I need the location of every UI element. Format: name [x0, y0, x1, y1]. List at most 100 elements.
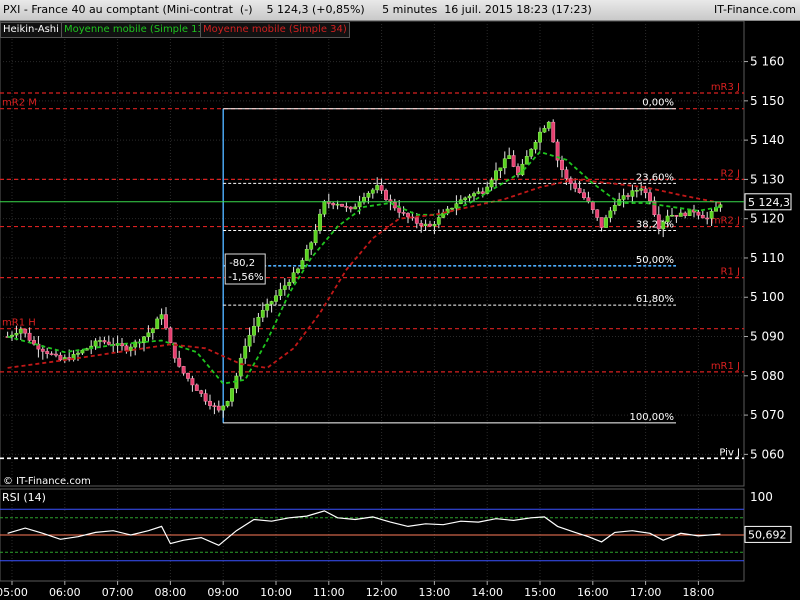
candle-body — [507, 155, 512, 159]
candle-body — [49, 353, 54, 355]
candle-body — [542, 128, 547, 133]
candle-body — [304, 249, 309, 261]
candle-body — [476, 191, 481, 194]
candle — [230, 388, 234, 407]
candle-body — [643, 188, 648, 193]
candle — [282, 278, 287, 296]
candle — [216, 400, 221, 413]
candle-body — [428, 223, 432, 227]
candle-body — [164, 314, 168, 329]
candle-body — [155, 318, 160, 330]
candle — [683, 211, 688, 219]
candle-body — [335, 203, 340, 206]
candle-body — [683, 212, 688, 216]
candle-body — [256, 317, 261, 327]
x-tick-label: 09:00 — [207, 586, 239, 599]
candle-body — [472, 193, 476, 197]
candle-body — [498, 167, 503, 171]
candle-body — [480, 191, 485, 194]
rsi-y-tick-label: 100 — [750, 490, 773, 504]
candle — [247, 327, 252, 353]
candle — [507, 147, 512, 159]
candle-body — [696, 211, 701, 216]
candle-body — [106, 341, 111, 345]
candle-body — [225, 401, 230, 407]
candle — [164, 307, 168, 330]
candle-body — [230, 388, 234, 402]
fib-level-label: 100,00% — [630, 412, 675, 423]
candle-body — [709, 211, 714, 219]
candle — [454, 195, 459, 216]
candle-body — [252, 325, 256, 336]
y-tick-label: 5 130 — [750, 172, 784, 186]
y-tick-label: 5 100 — [750, 290, 784, 304]
candle — [384, 188, 388, 201]
candle-body — [322, 201, 327, 215]
candle-body — [150, 328, 155, 334]
level-label: R2 J — [721, 168, 740, 179]
candle-body — [524, 156, 529, 165]
candle-body — [577, 188, 582, 193]
candle-body — [344, 206, 349, 208]
candle — [274, 290, 278, 305]
rsi-title: RSI (14) — [2, 491, 46, 504]
candle-body — [630, 190, 635, 197]
candle — [463, 196, 468, 204]
candle — [555, 139, 560, 168]
candle — [538, 127, 542, 151]
moving-averages — [7, 150, 721, 385]
candle-body — [674, 214, 679, 217]
ma13-label[interactable]: Moyenne mobile (Simple 13) — [61, 22, 211, 38]
y-tick-label: 5 120 — [750, 212, 784, 226]
level-label: R1 J — [721, 267, 740, 278]
candle — [476, 187, 481, 195]
candle — [58, 352, 63, 362]
candle-body — [27, 332, 32, 341]
candle-body — [582, 192, 586, 199]
candle-body — [23, 328, 28, 334]
candle-body — [665, 215, 670, 223]
candle-body — [331, 203, 336, 206]
candle-body — [529, 148, 534, 157]
source-link[interactable]: IT-Finance.com — [714, 3, 796, 16]
candle-body — [54, 353, 58, 356]
candle-body — [269, 301, 274, 305]
candle-body — [168, 327, 173, 344]
candle — [133, 339, 138, 356]
candle-body — [511, 155, 516, 167]
ma34-label[interactable]: Moyenne mobile (Simple 34) — [200, 22, 350, 38]
candle-body — [608, 210, 613, 218]
ma13-line — [7, 150, 721, 385]
candle-body — [247, 334, 252, 347]
candle — [256, 312, 261, 333]
candle — [599, 217, 604, 232]
candle-body — [102, 340, 107, 343]
current-price-label: 5 124,3 — [748, 196, 790, 209]
candle-body — [397, 207, 402, 213]
candle-body — [705, 217, 710, 220]
candle-body — [573, 183, 578, 189]
candle-body — [40, 348, 45, 352]
candle — [304, 244, 309, 261]
candle — [234, 372, 239, 394]
candle — [529, 148, 534, 160]
candle-body — [375, 185, 380, 191]
candle — [634, 186, 639, 198]
candle-body — [586, 197, 591, 202]
y-tick-label: 5 150 — [750, 94, 784, 108]
candle — [225, 400, 230, 408]
candle — [533, 139, 538, 154]
x-tick-label: 15:00 — [524, 586, 556, 599]
candle-body — [432, 224, 437, 227]
candle-body — [494, 170, 498, 181]
candle — [348, 206, 353, 213]
chart-type-label[interactable]: Heikin-Ashi — [0, 22, 62, 38]
candle-body — [353, 206, 358, 210]
fibonacci-retracement[interactable]: 0,00%23,60%38,20%50,00%61,80%100,00%-80,… — [222, 98, 676, 424]
candle-body — [300, 260, 305, 270]
candle — [300, 257, 305, 270]
measure-box[interactable]: -80,2 -1,56% — [224, 253, 266, 285]
candle — [353, 203, 358, 210]
candle-body — [18, 328, 23, 334]
candle — [595, 209, 600, 221]
